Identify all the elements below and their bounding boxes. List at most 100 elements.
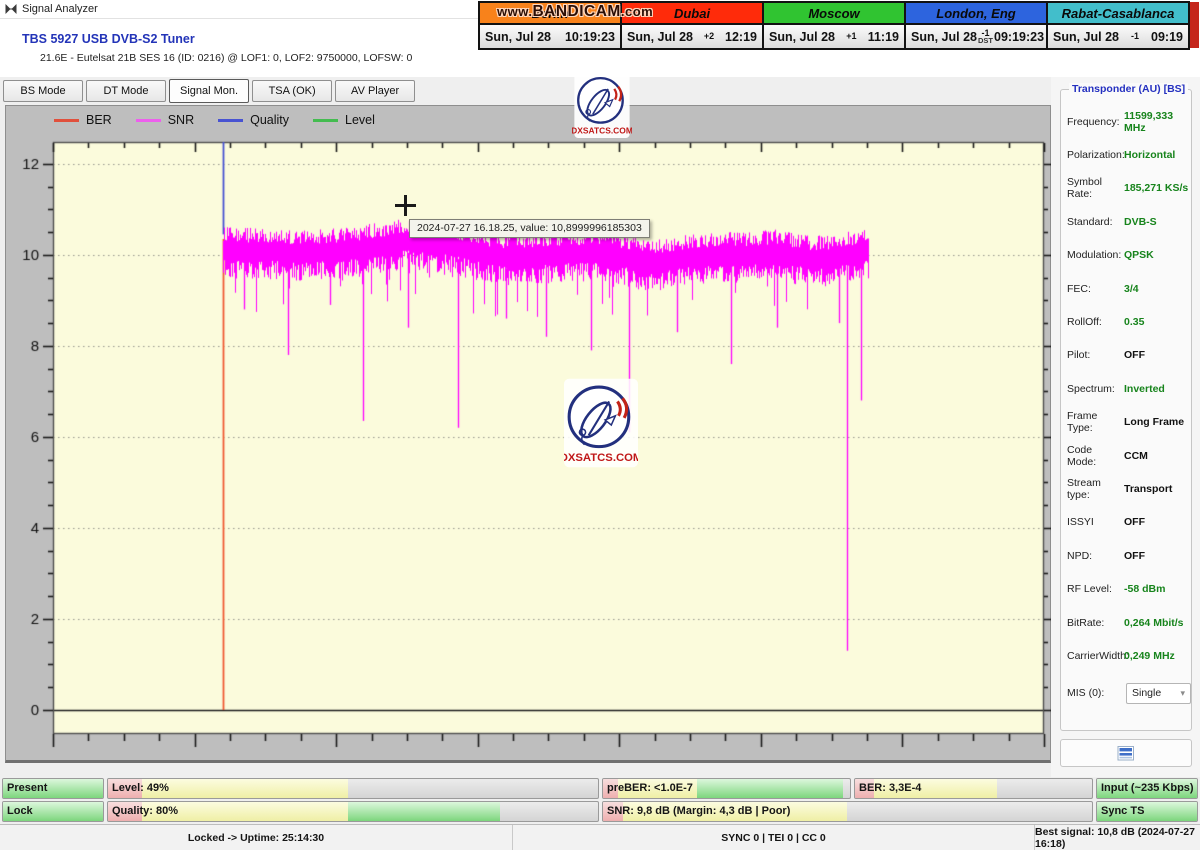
transponder-fields: Frequency:11599,333 MHz Polarization:Hori… — [1061, 105, 1191, 673]
signal-plot[interactable] — [6, 106, 1052, 760]
field-modulation: Modulation:QPSK — [1061, 239, 1191, 272]
field-label: Modulation: — [1067, 249, 1124, 261]
tab-signal-mon[interactable]: Signal Mon. — [169, 79, 249, 103]
indicator-present: Present — [2, 778, 104, 799]
indicator-preber: preBER: <1.0E-7 — [602, 778, 851, 799]
field-issyi: ISSYIOFF — [1061, 506, 1191, 539]
indicator-label: SNR: 9,8 dB (Margin: 4,3 dB | Poor) — [607, 805, 790, 817]
indicator-input: Input (~235 Kbps) — [1096, 778, 1198, 799]
field-label: RollOff: — [1067, 316, 1124, 328]
clock-time-row: Sun, Jul 28-109:19 — [1048, 25, 1188, 48]
tuner-details: 21.6E - Eutelsat 21B SES 16 (ID: 0216) @… — [40, 52, 412, 64]
field-frame-type: Frame Type:Long Frame — [1061, 406, 1191, 439]
clock-date: Sun, Jul 28 — [769, 30, 835, 44]
field-label: CarrierWidth: — [1067, 650, 1124, 662]
field-value: Horizontal — [1124, 149, 1175, 161]
indicator-label: BER: 3,3E-4 — [859, 782, 921, 794]
field-label: Spectrum: — [1067, 383, 1124, 395]
field-label: RF Level: — [1067, 583, 1124, 595]
indicator-syncts: Sync TS — [1096, 801, 1198, 822]
field-polarization: Polarization:Horizontal — [1061, 138, 1191, 171]
bar-segment-yellow — [142, 779, 348, 798]
field-label: Standard: — [1067, 216, 1124, 228]
ber-color-swatch — [54, 119, 79, 122]
indicator-label: Quality: 80% — [112, 805, 178, 817]
field-value: OFF — [1124, 349, 1145, 361]
dxsatcs-logo-text: DXSATCS.COM — [564, 452, 638, 464]
field-value: OFF — [1124, 516, 1145, 528]
tab-bs-mode[interactable]: BS Mode — [3, 80, 83, 102]
field-label: Frequency: — [1067, 116, 1124, 128]
legend-snr: SNR — [136, 113, 194, 127]
crosshair-cursor — [395, 195, 416, 216]
mis-row: MIS (0): Single ▾ — [1061, 683, 1191, 704]
clock-city-label: London, Eng — [906, 3, 1046, 25]
field-value: Long Frame — [1124, 416, 1184, 428]
field-rf-level: RF Level:-58 dBm — [1061, 572, 1191, 605]
dxsatcs-logo-text: DXSATCS.COM — [572, 125, 632, 135]
bandicam-watermark: www.BANDICAM.com — [497, 3, 653, 21]
field-label: BitRate: — [1067, 617, 1124, 629]
field-label: Pilot: — [1067, 349, 1124, 361]
legend-label: SNR — [168, 113, 194, 127]
indicator-bar-row-2: LockQuality: 80%SNR: 9,8 dB (Margin: 4,3… — [2, 801, 1198, 822]
legend-level: Level — [313, 113, 375, 127]
indicator-label: Present — [7, 782, 47, 794]
field-pilot: Pilot:OFF — [1061, 339, 1191, 372]
legend-ber: BER — [54, 113, 112, 127]
indicator-ber: BER: 3,3E-4 — [854, 778, 1093, 799]
clock-date: Sun, Jul 28 — [911, 30, 977, 44]
clock-utc-offset: +1 — [846, 33, 856, 40]
field-value: 11599,333 MHz — [1124, 110, 1191, 134]
dxsatcs-logo-center: DXSATCS.COM — [564, 376, 638, 470]
transponder-groupbox: Transponder (AU) [BS] Frequency:11599,33… — [1060, 89, 1192, 731]
field-value: CCM — [1124, 450, 1148, 462]
mode-tabs: BS ModeDT ModeSignal Mon.TSA (OK)AV Play… — [3, 80, 415, 103]
mis-select[interactable]: Single ▾ — [1126, 683, 1191, 704]
clock-panel-red-strip — [1190, 2, 1199, 48]
field-label: Code Mode: — [1067, 444, 1124, 468]
field-label: Stream type: — [1067, 477, 1124, 501]
clock-city-label: Rabat-Casablanca — [1048, 3, 1188, 25]
tab-av-player[interactable]: AV Player — [335, 80, 415, 102]
bandicam-com: .com — [621, 4, 653, 19]
clock-time-row: Sun, Jul 28-1DST09:19:23 — [906, 25, 1046, 48]
offset-value: +2 — [704, 33, 714, 40]
quality-color-swatch — [218, 119, 243, 122]
field-carrierwidth: CarrierWidth:0,249 MHz — [1061, 639, 1191, 672]
list-icon — [1117, 746, 1135, 761]
field-label: Frame Type: — [1067, 410, 1124, 434]
bar-segment-green — [348, 802, 500, 821]
field-value: 185,271 KS/s — [1124, 182, 1188, 194]
mis-label: MIS (0): — [1067, 687, 1124, 699]
snr-color-swatch — [136, 119, 161, 122]
clock-time-row: Sun, Jul 2810:19:23 — [480, 25, 620, 48]
indicator-label: Sync TS — [1101, 805, 1144, 817]
statusbar-uptime: Locked -> Uptime: 25:14:30 — [0, 825, 513, 850]
indicator-bar-row-1: PresentLevel: 49%preBER: <1.0E-7BER: 3,3… — [2, 778, 1198, 799]
field-label: Polarization: — [1067, 149, 1124, 161]
bandicam-brand: BANDICAM — [532, 3, 620, 20]
field-value: Inverted — [1124, 383, 1165, 395]
chart-tooltip: 2024-07-27 16.18.25, value: 10,899999618… — [409, 219, 650, 238]
tab-dt-mode[interactable]: DT Mode — [86, 80, 166, 102]
offset-value: -1 — [1131, 33, 1139, 40]
dxsatcs-logo-top: DXSATCS.COM — [572, 72, 632, 138]
clock-time: 09:19:23 — [994, 30, 1044, 44]
field-value: 0,249 MHz — [1124, 650, 1175, 662]
statusbar: Locked -> Uptime: 25:14:30 SYNC 0 | TEI … — [0, 824, 1200, 850]
legend-label: BER — [86, 113, 112, 127]
titlebar: Signal Analyzer — [0, 0, 483, 19]
clock-time: 09:19 — [1151, 30, 1183, 44]
field-rolloff: RollOff:0.35 — [1061, 305, 1191, 338]
tab-tsa-ok[interactable]: TSA (OK) — [252, 80, 332, 102]
chart-legend: BERSNRQualityLevel — [54, 113, 375, 127]
mis-value: Single — [1132, 687, 1161, 699]
clock-city-label: Moscow — [764, 3, 904, 25]
offset-value: +1 — [846, 33, 856, 40]
transponder-list-button[interactable] — [1060, 739, 1192, 767]
field-value: DVB-S — [1124, 216, 1157, 228]
clock-utc-offset: -1DST — [978, 30, 993, 44]
clock-time-row: Sun, Jul 28+212:19 — [622, 25, 762, 48]
clock-date: Sun, Jul 28 — [485, 30, 551, 44]
